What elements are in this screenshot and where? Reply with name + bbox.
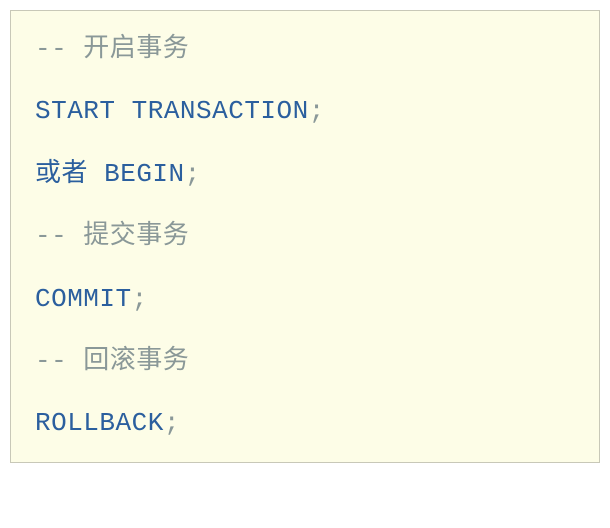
punctuation: ;	[132, 284, 148, 314]
code-line-statement: COMMIT;	[35, 281, 575, 317]
comment-text: -- 回滚事务	[35, 346, 189, 376]
punctuation: ;	[185, 159, 201, 189]
keyword-text: ROLLBACK	[35, 408, 164, 438]
sql-code-block: -- 开启事务 START TRANSACTION; 或者 BEGIN; -- …	[10, 10, 600, 463]
code-line-statement: START TRANSACTION;	[35, 93, 575, 129]
keyword-text: COMMIT	[35, 284, 132, 314]
code-line-comment: -- 回滚事务	[35, 343, 575, 379]
code-line-statement: ROLLBACK;	[35, 405, 575, 441]
code-line-mixed: 或者 BEGIN;	[35, 156, 575, 192]
punctuation: ;	[309, 96, 325, 126]
prefix-text: 或者	[35, 159, 104, 189]
comment-text: -- 提交事务	[35, 221, 189, 251]
keyword-text: BEGIN	[104, 159, 185, 189]
keyword-text: START TRANSACTION	[35, 96, 309, 126]
code-line-comment: -- 开启事务	[35, 31, 575, 67]
code-line-comment: -- 提交事务	[35, 218, 575, 254]
punctuation: ;	[164, 408, 180, 438]
comment-text: -- 开启事务	[35, 34, 189, 64]
